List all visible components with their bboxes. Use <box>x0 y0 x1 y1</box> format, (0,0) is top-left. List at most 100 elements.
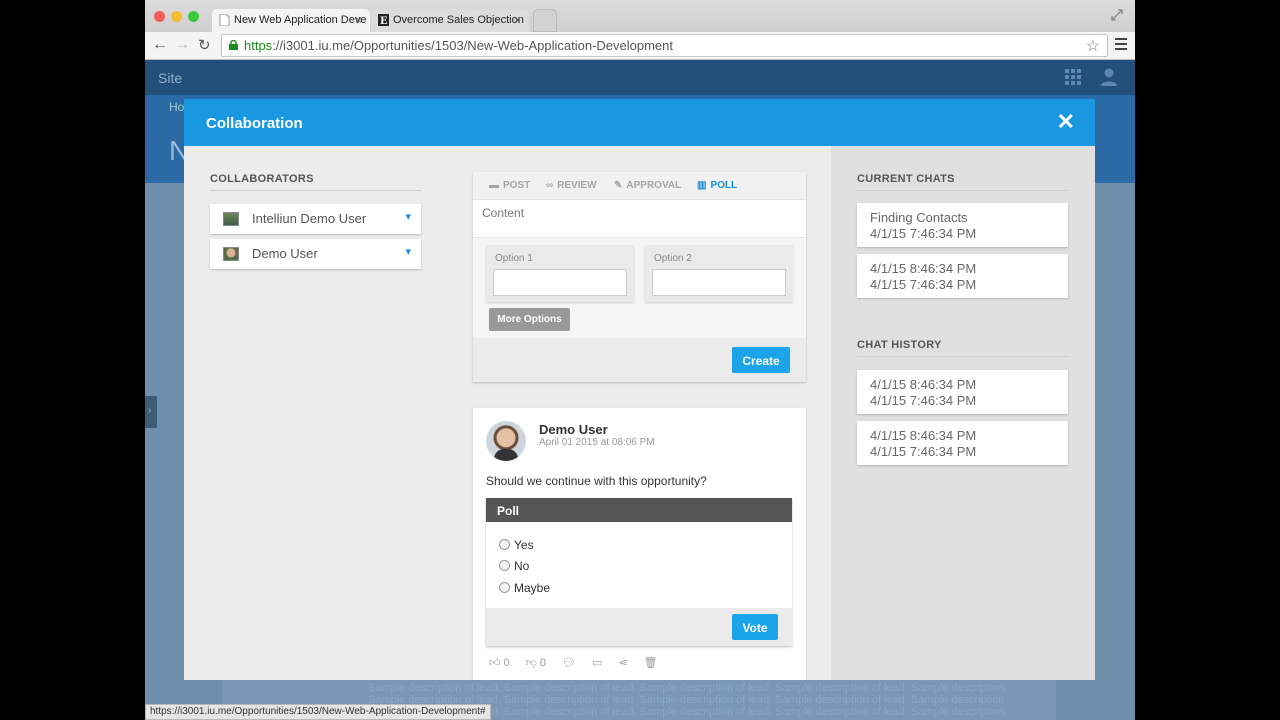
poll-post-card: Demo User April 01 2015 at 08:06 PM Shou… <box>473 408 806 680</box>
browser-window: New Web Application Deve × E Overcome Sa… <box>145 0 1135 720</box>
approval-icon: ✎ <box>614 180 623 191</box>
avatar <box>486 421 526 461</box>
poll-option-maybe[interactable]: Maybe <box>499 581 550 595</box>
content-placeholder: Content <box>482 206 525 220</box>
user-profile-icon[interactable] <box>1101 68 1117 86</box>
option-2-input[interactable] <box>652 269 786 296</box>
create-button[interactable]: Create <box>732 347 790 373</box>
tab-poll[interactable]: ▥ POLL <box>697 180 737 191</box>
like-button[interactable]: 👍︎ 0 <box>489 656 510 669</box>
tab-strip: New Web Application Deve × E Overcome Sa… <box>145 0 1135 32</box>
sample-description: Sample description of lead. Sample descr… <box>368 682 1008 694</box>
chat-history-item[interactable]: 4/1/15 8:46:34 PM 4/1/15 7:46:34 PM <box>857 421 1068 465</box>
close-tab-icon[interactable]: × <box>355 13 362 27</box>
vote-button[interactable]: Vote <box>732 614 778 640</box>
chat-time: 4/1/15 7:46:34 PM <box>870 226 977 241</box>
close-window-icon[interactable] <box>154 11 165 22</box>
radio-button[interactable] <box>499 539 510 550</box>
chat-title: 4/1/15 8:46:34 PM <box>870 261 977 276</box>
reply-icon[interactable]: ▭ <box>592 656 602 669</box>
option-label: Option 2 <box>654 253 692 264</box>
collaborators-heading: COLLABORATORS <box>210 173 421 191</box>
browser-tab-active[interactable]: New Web Application Deve × <box>212 9 370 32</box>
collaborator-name: Demo User <box>252 246 318 261</box>
trash-icon[interactable]: 🗑︎ <box>644 656 658 669</box>
chat-history-item[interactable]: 4/1/15 8:46:34 PM 4/1/15 7:46:34 PM <box>857 370 1068 414</box>
chat-time: 4/1/15 7:46:34 PM <box>870 277 977 292</box>
poll-option-no[interactable]: No <box>499 559 529 573</box>
reload-icon[interactable]: ↻ <box>198 36 211 54</box>
review-icon: ∞ <box>546 180 554 191</box>
fullscreen-icon[interactable] <box>1111 9 1123 21</box>
collaboration-modal: Collaboration ✕ COLLABORATORS Intelliun … <box>184 99 1095 680</box>
url-path: ://i3001.iu.me/Opportunities/1503/New-We… <box>272 38 673 53</box>
site-label[interactable]: Site <box>158 70 182 86</box>
minimize-window-icon[interactable] <box>171 11 182 22</box>
radio-button[interactable] <box>499 560 510 571</box>
status-bar: https://i3001.iu.me/Opportunities/1503/N… <box>145 704 491 720</box>
post-icon: ▬ <box>489 180 499 191</box>
collaborator-name: Intelliun Demo User <box>252 211 367 226</box>
thumbs-up-icon: 👍︎ <box>489 657 501 669</box>
option-1-input[interactable] <box>493 269 627 296</box>
poll-icon: ▥ <box>697 180 707 191</box>
chat-time: 4/1/15 7:46:34 PM <box>870 444 977 459</box>
content-input[interactable]: Content <box>473 199 806 238</box>
chevron-down-icon[interactable]: ▾ <box>405 245 411 258</box>
chat-title: Finding Contacts <box>870 210 968 225</box>
bookmark-star-icon[interactable]: ☆ <box>1086 36 1100 56</box>
composer-footer: Create <box>473 338 806 382</box>
collaborator-item[interactable]: Intelliun Demo User ▾ <box>210 204 421 234</box>
chat-item[interactable]: 4/1/15 8:46:34 PM 4/1/15 7:46:34 PM <box>857 254 1068 298</box>
more-options-button[interactable]: More Options <box>489 308 570 331</box>
tab-approval[interactable]: ✎ APPROVAL <box>614 180 681 191</box>
back-arrow-icon[interactable]: ← <box>152 36 168 54</box>
apps-grid-icon[interactable] <box>1065 69 1081 85</box>
poll-option-yes[interactable]: Yes <box>499 538 534 552</box>
lock-icon <box>229 40 238 50</box>
browser-tab[interactable]: E Overcome Sales Objection × <box>371 9 529 32</box>
tab-review[interactable]: ∞ REVIEW <box>546 180 597 191</box>
chat-time: 4/1/15 7:46:34 PM <box>870 393 977 408</box>
dislike-button[interactable]: 👎︎ 0 <box>526 656 546 669</box>
svg-text:E: E <box>380 16 388 26</box>
poll-title: Poll <box>486 498 792 522</box>
tab-title: Overcome Sales Objection <box>393 14 524 26</box>
post-author[interactable]: Demo User <box>539 422 608 437</box>
maximize-window-icon[interactable] <box>188 11 199 22</box>
chats-panel: CURRENT CHATS Finding Contacts 4/1/15 7:… <box>831 146 1095 680</box>
side-drawer-handle[interactable]: › <box>145 396 157 428</box>
option-label: Option 1 <box>495 253 533 264</box>
collaborator-item[interactable]: Demo User ▾ <box>210 239 421 269</box>
poll-box: Poll Yes No Maybe Vote <box>486 498 792 646</box>
avatar <box>223 212 239 226</box>
poll-option-2: Option 2 <box>645 245 793 302</box>
thumbs-down-icon: 👎︎ <box>525 657 537 669</box>
address-bar[interactable]: https://i3001.iu.me/Opportunities/1503/N… <box>221 34 1108 57</box>
close-icon[interactable]: ✕ <box>1057 109 1075 135</box>
new-tab-button[interactable] <box>533 9 557 32</box>
radio-button[interactable] <box>499 582 510 593</box>
chat-history-heading: CHAT HISTORY <box>857 339 1068 357</box>
comment-icon[interactable]: 💬︎ <box>562 656 576 669</box>
poll-footer: Vote <box>486 608 792 646</box>
e-favicon-icon: E <box>378 14 389 26</box>
window-controls <box>154 11 199 22</box>
page-icon <box>219 14 230 26</box>
forward-arrow-icon[interactable]: → <box>174 36 190 54</box>
share-icon[interactable]: ⋖ <box>618 656 627 669</box>
chat-item[interactable]: Finding Contacts 4/1/15 7:46:34 PM <box>857 203 1068 247</box>
modal-title: Collaboration <box>206 115 303 132</box>
home-link[interactable]: Ho <box>169 100 184 114</box>
browser-menu-icon[interactable] <box>1115 38 1127 53</box>
tab-post[interactable]: ▬ POST <box>489 180 530 191</box>
url-scheme: https <box>244 38 273 53</box>
site-header: Site <box>145 60 1135 95</box>
chevron-down-icon[interactable]: ▾ <box>405 210 411 223</box>
tab-title: New Web Application Deve <box>234 14 367 26</box>
current-chats-heading: CURRENT CHATS <box>857 173 1068 191</box>
post-actions: 👍︎ 0 👎︎ 0 💬︎ ▭ ⋖ 🗑︎ <box>489 656 658 669</box>
close-tab-icon[interactable]: × <box>514 13 521 27</box>
composer-tabs: ▬ POST ∞ REVIEW ✎ APPROVAL ▥ POLL <box>473 172 806 199</box>
chat-title: 4/1/15 8:46:34 PM <box>870 428 977 443</box>
